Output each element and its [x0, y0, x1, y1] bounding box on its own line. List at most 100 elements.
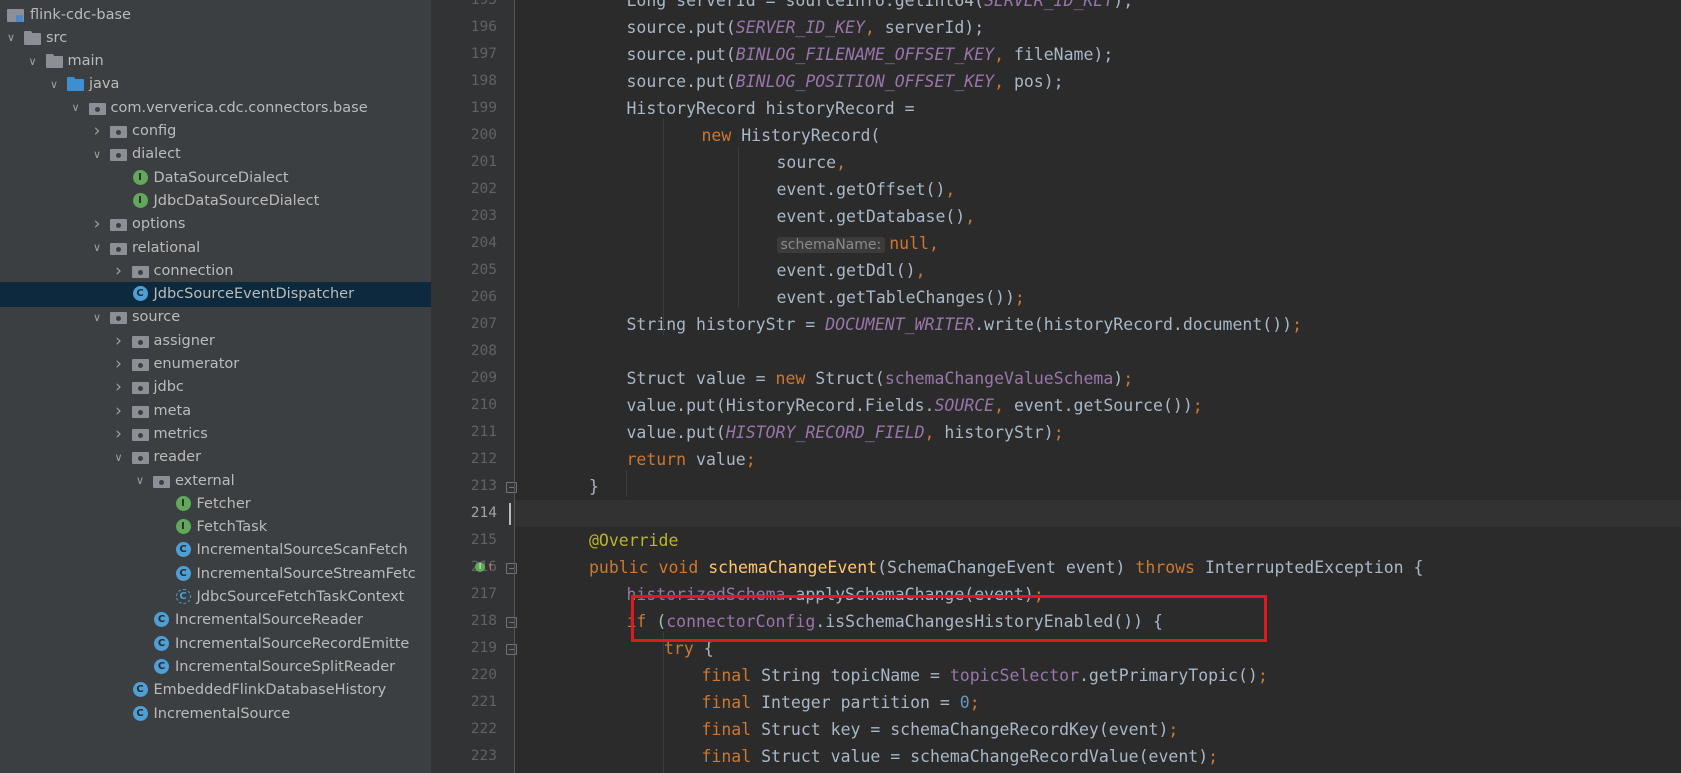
line-number[interactable]: 211	[431, 419, 497, 446]
line-number[interactable]: 202	[431, 176, 497, 203]
tree-item[interactable]: ∨ com.ververica.cdc.connectors.base	[0, 95, 431, 120]
line-number[interactable]: 199	[431, 95, 497, 122]
chevron-down-icon[interactable]: ∨	[43, 78, 65, 91]
tree-item[interactable]: ∨ main	[0, 49, 431, 74]
line-number[interactable]: 218	[431, 608, 497, 635]
tree-item[interactable]: › assigner	[0, 328, 431, 353]
override-arrow-icon[interactable]: ↑	[487, 559, 494, 573]
tree-item[interactable]: ∨ java	[0, 72, 431, 97]
line-number[interactable]: 196	[431, 14, 497, 41]
line-number[interactable]: 209	[431, 365, 497, 392]
tree-item[interactable]: C IncrementalSourceRecordEmitte	[0, 631, 431, 656]
line-number[interactable]: 221	[431, 689, 497, 716]
line-number[interactable]: 206	[431, 284, 497, 311]
line-number[interactable]: 222	[431, 716, 497, 743]
chevron-right-icon[interactable]: ›	[108, 331, 130, 351]
chevron-down-icon[interactable]: ∨	[86, 311, 108, 324]
chevron-right-icon[interactable]: ›	[108, 401, 130, 421]
code-line[interactable]	[515, 338, 1681, 365]
code-line[interactable]: final String topicName = topicSelector.g…	[515, 662, 1681, 689]
code-line[interactable]: Long serverId = sourceInfo.getInt64(SERV…	[515, 0, 1681, 14]
tree-item[interactable]: › connection	[0, 258, 431, 283]
chevron-down-icon[interactable]: ∨	[129, 474, 151, 487]
tree-item[interactable]: ∨ src	[0, 25, 431, 50]
chevron-down-icon[interactable]: ∨	[86, 148, 108, 161]
line-number[interactable]: 213	[431, 473, 497, 500]
chevron-right-icon[interactable]: ›	[86, 121, 108, 141]
code-line[interactable]: final Struct value = schemaChangeRecordV…	[515, 743, 1681, 770]
chevron-right-icon[interactable]: ›	[108, 377, 130, 397]
line-number[interactable]: 207	[431, 311, 497, 338]
line-number[interactable]: 220	[431, 662, 497, 689]
line-number[interactable]: 215	[431, 527, 497, 554]
chevron-right-icon[interactable]: ›	[86, 214, 108, 234]
code-line[interactable]: String historyStr = DOCUMENT_WRITER.writ…	[515, 311, 1681, 338]
tree-item[interactable]: ∨ reader	[0, 445, 431, 470]
tree-item[interactable]: C IncrementalSourceStreamFetc	[0, 561, 431, 586]
code-editor[interactable]: 195 196 197 198 199 200 201 202 203 204 205 206 207 2…	[431, 0, 1681, 773]
tree-item[interactable]: C EmbeddedFlinkDatabaseHistory	[0, 678, 431, 703]
chevron-down-icon[interactable]: ∨	[86, 241, 108, 254]
tree-item[interactable]: I DataSourceDialect	[0, 165, 431, 190]
line-number[interactable]: 219	[431, 635, 497, 662]
code-line[interactable]: value.put(HistoryRecord.Fields.SOURCE, e…	[515, 392, 1681, 419]
code-line[interactable]: source,	[515, 149, 1681, 176]
chevron-down-icon[interactable]: ∨	[65, 101, 87, 114]
tree-item[interactable]: › options	[0, 212, 431, 237]
code-line[interactable]: @Override	[515, 527, 1681, 554]
tree-item[interactable]: › meta	[0, 398, 431, 423]
code-line[interactable]: value.put(HISTORY_RECORD_FIELD, historyS…	[515, 419, 1681, 446]
tree-item[interactable]: ∨ external	[0, 468, 431, 493]
tree-item[interactable]: › jdbc	[0, 375, 431, 400]
code-line[interactable]: event.getTableChanges());	[515, 284, 1681, 311]
tree-item[interactable]: C JdbcSourceEventDispatcher	[0, 281, 431, 307]
code-line[interactable]	[515, 500, 1681, 527]
line-number[interactable]: 200	[431, 122, 497, 149]
tree-item[interactable]: flink-cdc-base	[0, 2, 431, 27]
chevron-down-icon[interactable]: ∨	[22, 55, 44, 68]
code-line[interactable]: event.getOffset(),	[515, 176, 1681, 203]
code-area[interactable]: Long serverId = sourceInfo.getInt64(SERV…	[509, 0, 1681, 773]
chevron-down-icon[interactable]: ∨	[108, 451, 130, 464]
chevron-right-icon[interactable]: ›	[108, 354, 130, 374]
line-number[interactable]: 204	[431, 230, 497, 257]
line-number[interactable]: 195	[431, 0, 497, 14]
line-number[interactable]: 214	[431, 500, 497, 527]
line-number[interactable]: 205	[431, 257, 497, 284]
line-number[interactable]: 208	[431, 338, 497, 365]
line-number[interactable]: 203	[431, 203, 497, 230]
code-line[interactable]: Struct value = new Struct(schemaChangeVa…	[515, 365, 1681, 392]
tree-item[interactable]: C JdbcSourceFetchTaskContext	[0, 585, 431, 610]
code-line[interactable]: source.put(SERVER_ID_KEY, serverId);	[515, 14, 1681, 41]
tree-item[interactable]: I JdbcDataSourceDialect	[0, 188, 431, 213]
chevron-right-icon[interactable]: ›	[108, 261, 130, 281]
tree-item[interactable]: ∨ relational	[0, 235, 431, 260]
tree-item[interactable]: ∨ source	[0, 305, 431, 330]
line-number[interactable]: 201	[431, 149, 497, 176]
tree-item[interactable]: C IncrementalSourceScanFetch	[0, 538, 431, 563]
chevron-down-icon[interactable]: ∨	[0, 31, 22, 44]
code-line[interactable]: final Integer partition = 0;	[515, 689, 1681, 716]
implements-method-icon[interactable]: I	[475, 562, 485, 572]
line-number[interactable]: 223	[431, 743, 497, 770]
tree-item[interactable]: › enumerator	[0, 352, 431, 377]
tree-item[interactable]: I Fetcher	[0, 491, 431, 516]
tree-item[interactable]: C IncrementalSource	[0, 701, 431, 726]
code-line[interactable]: return value;	[515, 446, 1681, 473]
tree-item[interactable]: I FetchTask	[0, 515, 431, 540]
tree-item[interactable]: › config	[0, 119, 431, 144]
line-number[interactable]: 198	[431, 68, 497, 95]
code-line[interactable]: event.getDatabase(),	[515, 203, 1681, 230]
line-number[interactable]: 210	[431, 392, 497, 419]
code-line[interactable]: schemaName: null,	[515, 230, 1681, 257]
tree-item[interactable]: C IncrementalSourceReader	[0, 608, 431, 633]
project-tree[interactable]: flink-cdc-base ∨ src ∨ main ∨ java ∨ com.ververi…	[0, 0, 431, 773]
line-number-gutter[interactable]: 195 196 197 198 199 200 201 202 203 204 205 206 207 2…	[431, 0, 517, 773]
code-line[interactable]: final Struct key = schemaChangeRecordKey…	[515, 716, 1681, 743]
chevron-right-icon[interactable]: ›	[108, 424, 130, 444]
code-line[interactable]: source.put(BINLOG_POSITION_OFFSET_KEY, p…	[515, 68, 1681, 95]
tree-item[interactable]: C IncrementalSourceSplitReader	[0, 654, 431, 679]
code-line[interactable]: new HistoryRecord(	[515, 122, 1681, 149]
line-number[interactable]: 217	[431, 581, 497, 608]
code-line[interactable]: source.put(BINLOG_FILENAME_OFFSET_KEY, f…	[515, 41, 1681, 68]
